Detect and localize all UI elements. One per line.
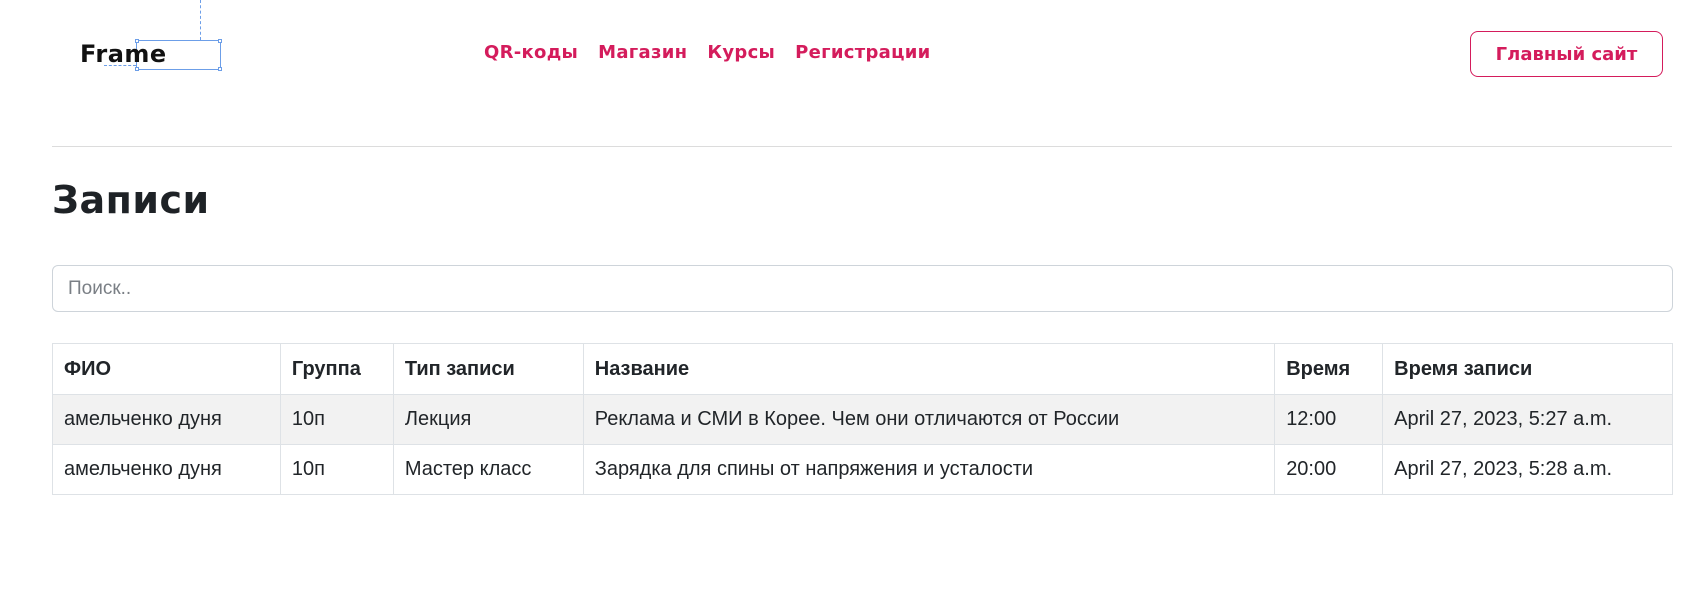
main-nav: QR-коды Магазин Курсы Регистрации	[484, 42, 931, 63]
main-site-button[interactable]: Главный сайт	[1470, 31, 1663, 77]
table-row: амельченко дуня 10п Лекция Реклама и СМИ…	[52, 394, 1673, 445]
column-header-record-type: Тип записи	[392, 343, 584, 395]
column-header-title: Название	[582, 343, 1276, 395]
table-cell: амельченко дуня	[52, 444, 281, 495]
records-table: ФИО Группа Тип записи Название Время Вре…	[52, 343, 1673, 495]
table-cell: Мастер класс	[392, 444, 584, 495]
table-cell: Реклама и СМИ в Корее. Чем они отличаютс…	[582, 394, 1276, 445]
table-header-row: ФИО Группа Тип записи Название Время Вре…	[52, 343, 1673, 395]
nav-link-shop[interactable]: Магазин	[598, 42, 687, 63]
table-cell: 10п	[279, 394, 394, 445]
header-divider	[52, 146, 1672, 147]
table-cell: 20:00	[1274, 444, 1384, 495]
page-title: Записи	[52, 178, 210, 222]
column-header-group: Группа	[279, 343, 394, 395]
table-cell: Зарядка для спины от напряжения и устало…	[582, 444, 1276, 495]
nav-link-qr-codes[interactable]: QR-коды	[484, 42, 578, 63]
table-row: амельченко дуня 10п Мастер класс Зарядка…	[52, 444, 1673, 495]
nav-link-registrations[interactable]: Регистрации	[795, 42, 930, 63]
table-cell: амельченко дуня	[52, 394, 281, 445]
table-cell: 12:00	[1274, 394, 1384, 445]
logo-guide-line	[200, 0, 201, 40]
logo-text[interactable]: Frame	[80, 40, 167, 68]
table-cell: Лекция	[392, 394, 584, 445]
table-cell: 10п	[279, 444, 394, 495]
column-header-name: ФИО	[52, 343, 281, 395]
table-cell: April 27, 2023, 5:27 a.m.	[1382, 394, 1673, 445]
column-header-time: Время	[1274, 343, 1384, 395]
column-header-record-time: Время записи	[1382, 343, 1673, 395]
table-cell: April 27, 2023, 5:28 a.m.	[1382, 444, 1673, 495]
nav-link-courses[interactable]: Курсы	[707, 42, 775, 63]
search-input[interactable]	[52, 265, 1673, 312]
